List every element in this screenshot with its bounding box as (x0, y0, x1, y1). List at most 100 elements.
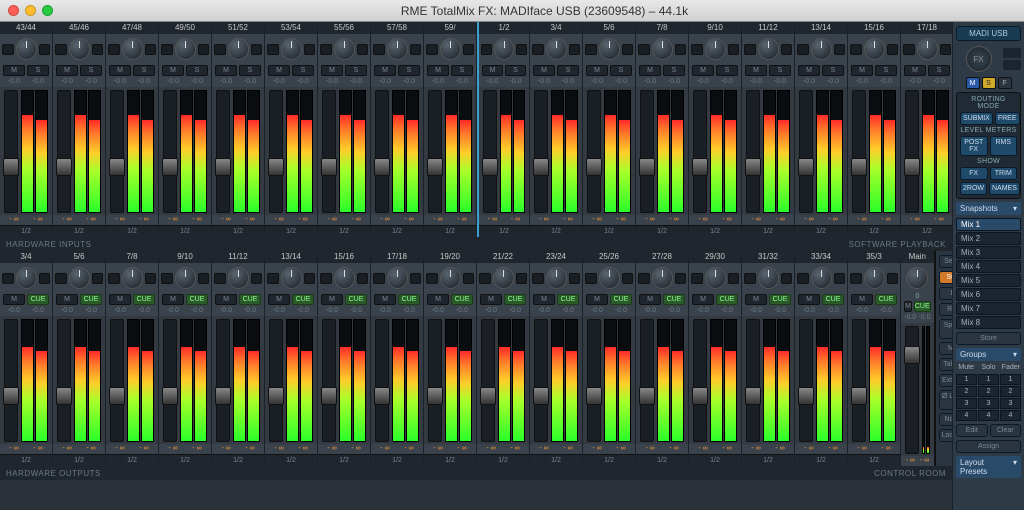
settings-icon[interactable] (92, 273, 104, 284)
master-solo[interactable]: S (982, 77, 996, 89)
cue-button[interactable]: CUE (504, 294, 526, 305)
solo-button[interactable]: S (292, 65, 314, 76)
routing-label[interactable]: 1/2 (53, 454, 105, 466)
group-cell[interactable]: 4 (956, 410, 977, 421)
routing-label[interactable]: 1/2 (795, 454, 847, 466)
routing-label[interactable]: 1/2 (848, 225, 900, 237)
layout-presets-header[interactable]: Layout Presets▾ (956, 456, 1021, 478)
mute-button[interactable]: M (215, 294, 237, 305)
mute-button[interactable]: M (162, 294, 184, 305)
gain-knob[interactable] (599, 267, 620, 289)
group-cell[interactable]: 4 (1000, 410, 1021, 421)
gain-knob[interactable] (758, 267, 779, 289)
gain-knob[interactable] (69, 267, 90, 289)
settings-icon[interactable] (198, 273, 210, 284)
store-button[interactable]: Store (956, 332, 1021, 345)
loopback-button[interactable]: Loopback (939, 429, 952, 442)
main-knob[interactable] (906, 267, 928, 289)
routing-label[interactable]: 1/2 (689, 225, 741, 237)
cue-button[interactable]: CUE (398, 294, 420, 305)
group-cell[interactable]: 1 (978, 374, 999, 385)
channel-fader[interactable] (852, 90, 866, 213)
gain-knob[interactable] (228, 267, 249, 289)
mute-button[interactable]: M (851, 65, 873, 76)
channel-fader[interactable] (322, 319, 336, 442)
mute-button[interactable]: M (692, 294, 714, 305)
gain-knob[interactable] (175, 38, 196, 60)
cue-button[interactable]: CUE (292, 294, 314, 305)
notrim-button[interactable]: No Trim (939, 413, 952, 426)
settings-icon[interactable] (357, 273, 369, 284)
channel-fader[interactable] (163, 319, 177, 442)
snapshots-header[interactable]: Snapshots▾ (956, 202, 1021, 215)
cue-button[interactable]: CUE (239, 294, 261, 305)
routing-label[interactable]: 1/2 (318, 454, 370, 466)
channel-fader[interactable] (4, 90, 18, 213)
channel-fader[interactable] (587, 90, 601, 213)
settings-icon[interactable] (887, 44, 899, 55)
gain-knob[interactable] (652, 38, 673, 60)
routing-label[interactable]: 1/2 (159, 225, 211, 237)
solo-button[interactable]: S (27, 65, 49, 76)
mute-button[interactable]: M (586, 65, 608, 76)
settings-button[interactable]: Settings (939, 255, 952, 268)
snapshot-item[interactable]: Mix 3 (956, 246, 1021, 259)
gain-knob[interactable] (705, 38, 726, 60)
routing-label[interactable]: 1/2 (848, 454, 900, 466)
mute-button[interactable]: M (745, 294, 767, 305)
settings-icon[interactable] (516, 44, 527, 55)
routing-label[interactable]: 1/2 (424, 454, 476, 466)
zoom-icon[interactable] (42, 5, 53, 16)
solo-button[interactable]: S (186, 65, 208, 76)
cue-button[interactable]: CUE (451, 294, 473, 305)
solo-button[interactable]: S (875, 65, 897, 76)
routing-label[interactable]: 1/2 (901, 225, 952, 237)
channel-fader[interactable] (375, 90, 389, 213)
routing-label[interactable]: 1/2 (530, 225, 582, 237)
fx-button[interactable]: FX (966, 46, 992, 72)
settings-icon[interactable] (357, 44, 369, 55)
groups-header[interactable]: Groups▾ (956, 348, 1021, 361)
routing-label[interactable]: 1/2 (530, 454, 582, 466)
routing-label[interactable]: 1/2 (212, 225, 264, 237)
main-mute[interactable]: M (904, 301, 912, 312)
solo-button[interactable]: S (663, 65, 685, 76)
channel-fader[interactable] (640, 319, 654, 442)
mute-button[interactable]: M (56, 65, 78, 76)
mono-button[interactable]: Mono (939, 342, 952, 355)
channel-fader[interactable] (693, 319, 707, 442)
mute-button[interactable]: M (162, 65, 184, 76)
speakerb-button[interactable]: Speaker B (939, 319, 952, 339)
settings-icon[interactable] (145, 44, 157, 55)
gain-knob[interactable] (917, 38, 938, 60)
routing-label[interactable]: 1/2 (318, 225, 370, 237)
settings-icon[interactable] (781, 273, 793, 284)
channel-fader[interactable] (428, 319, 442, 442)
gain-knob[interactable] (387, 38, 408, 60)
mute-button[interactable]: M (3, 65, 25, 76)
routing-label[interactable]: 1/2 (424, 225, 476, 237)
group-cell[interactable]: 1 (1000, 374, 1021, 385)
gain-knob[interactable] (175, 267, 196, 289)
mute-button[interactable]: M (745, 65, 767, 76)
channel-fader[interactable] (269, 90, 283, 213)
mute-button[interactable]: M (851, 294, 873, 305)
gain-knob[interactable] (494, 38, 514, 60)
routing-label[interactable]: 1/2 (106, 454, 158, 466)
snapshot-item[interactable]: Mix 2 (956, 232, 1021, 245)
mute-button[interactable]: M (427, 65, 449, 76)
routing-label[interactable]: 1/2 (636, 225, 688, 237)
solo-button[interactable]: S (928, 65, 950, 76)
gain-knob[interactable] (334, 267, 355, 289)
mute-button[interactable]: M (533, 294, 555, 305)
gain-knob[interactable] (387, 267, 408, 289)
channel-fader[interactable] (269, 319, 283, 442)
channel-fader[interactable] (799, 319, 813, 442)
mute-button[interactable]: M (798, 294, 820, 305)
routing-label[interactable]: 1/2 (212, 454, 264, 466)
device-selector[interactable]: MADI USB (956, 26, 1021, 41)
solo-button[interactable]: S (345, 65, 367, 76)
settings-icon[interactable] (463, 273, 475, 284)
cue-button[interactable]: CUE (663, 294, 685, 305)
stereo-button[interactable]: Stereo (939, 271, 952, 284)
